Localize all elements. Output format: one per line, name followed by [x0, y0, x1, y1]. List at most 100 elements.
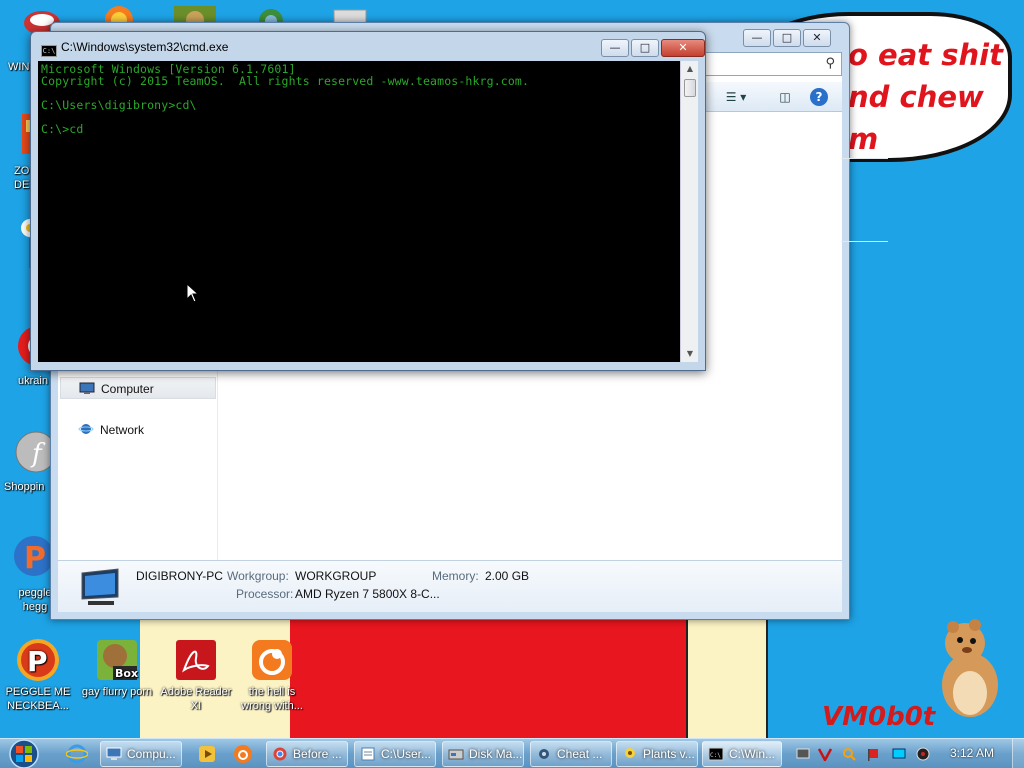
- taskbar-item-computer[interactable]: Compu...: [100, 741, 182, 767]
- taskbar-item-plants-vs-zombies-label: Plants v...: [643, 747, 695, 761]
- tray-network-icon[interactable]: [796, 747, 810, 761]
- adobe-reader-icon: [176, 640, 216, 680]
- cmd-title-text: C:\Windows\system32\cmd.exe: [61, 40, 229, 54]
- svg-text:P: P: [24, 541, 46, 576]
- taskbar-item-disk-management-label: Disk Ma...: [469, 747, 523, 761]
- cmd-icon: C:\: [708, 747, 724, 761]
- cmd-window-controls: — □ ✕: [601, 39, 705, 57]
- tray-search-icon[interactable]: [842, 747, 856, 761]
- taskbar-item-notepad-label: C:\User...: [381, 747, 432, 761]
- console-line: C:\Users\digibrony>cd\: [41, 98, 197, 112]
- taskbar-item-cmd-label: C:\Win...: [729, 747, 776, 761]
- preview-pane-button[interactable]: ◫: [774, 87, 796, 107]
- taskbar-item-chrome[interactable]: Before ...: [266, 741, 348, 767]
- tray-flag-icon[interactable]: [866, 747, 880, 761]
- divider: [841, 158, 888, 159]
- cmd-window[interactable]: C:\ C:\Windows\system32\cmd.exe — □ ✕ Mic…: [30, 31, 706, 371]
- tray-volume-icon[interactable]: [916, 747, 930, 761]
- box-hamster-icon: Box: [97, 640, 138, 680]
- plant-icon: [625, 748, 635, 758]
- desktop-icon-box-label: gay flurry porn: [81, 686, 153, 698]
- cmd-close-button[interactable]: ✕: [661, 39, 705, 57]
- chrome-icon: [273, 747, 287, 761]
- close-button[interactable]: ✕: [803, 29, 831, 47]
- computer-icon: [79, 382, 95, 394]
- taskbar-item-chrome-label: Before ...: [293, 747, 342, 761]
- memory-label: Memory:: [432, 569, 479, 583]
- help-button[interactable]: ?: [810, 88, 828, 106]
- hamster-icon: [942, 619, 998, 717]
- notepad-icon: [361, 747, 375, 761]
- details-pane: DIGIBRONY-PC Workgroup: WORKGROUP Memory…: [58, 560, 842, 612]
- mouse-cursor-icon: [186, 283, 200, 303]
- processor-label: Processor:: [236, 587, 294, 601]
- svg-text:P: P: [27, 645, 48, 678]
- media-player-icon[interactable]: [196, 743, 218, 765]
- wallpaper-red-panel: [290, 618, 690, 738]
- workgroup-label: Workgroup:: [227, 569, 289, 583]
- nav-item-computer[interactable]: Computer: [60, 377, 216, 399]
- network-icon: [78, 424, 94, 434]
- explorer-window-controls: — □ ✕: [743, 29, 831, 47]
- change-view-button[interactable]: ☰ ▾: [718, 87, 754, 107]
- cmd-minimize-button[interactable]: —: [601, 39, 629, 57]
- workgroup-value: WORKGROUP: [295, 569, 377, 583]
- start-button[interactable]: [4, 739, 44, 768]
- taskbar-item-cmd[interactable]: C:\ C:\Win...: [702, 741, 782, 767]
- computer-monitor-icon: [81, 568, 119, 605]
- scroll-down-arrow-icon[interactable]: ▼: [681, 346, 699, 362]
- tray-antivirus-icon[interactable]: [818, 747, 832, 761]
- desktop-icon-adobe-reader[interactable]: Adobe Reader XI: [158, 638, 234, 713]
- console-line: Copyright (c) 2015 TeamOS. All rights re…: [41, 74, 530, 88]
- desktop-icon-flash-image[interactable]: f: [14, 428, 54, 476]
- tray-display-icon[interactable]: [892, 747, 906, 761]
- nav-item-network-label: Network: [100, 423, 145, 437]
- computer-icon: [106, 747, 122, 760]
- show-desktop-button[interactable]: [1012, 739, 1024, 768]
- taskbar-item-plants-vs-zombies[interactable]: Plants v...: [616, 741, 698, 767]
- divider: [841, 241, 888, 242]
- taskbar-item-cheat-engine-label: Cheat ...: [557, 747, 603, 761]
- watermark-text: VM0b0t: [822, 702, 936, 732]
- cmd-scrollbar[interactable]: ▲ ▼: [680, 61, 698, 362]
- console-line: C:\>cd: [41, 122, 84, 136]
- svg-text:Box: Box: [115, 667, 138, 680]
- peggle-icon: P: [17, 639, 59, 681]
- processor-value: AMD Ryzen 7 5800X 8-C...: [295, 587, 440, 601]
- uc-browser-icon[interactable]: [232, 743, 254, 765]
- nav-item-computer-label: Computer: [101, 382, 154, 396]
- disk-management-icon: [448, 749, 464, 760]
- maximize-button[interactable]: □: [773, 29, 801, 47]
- cmd-maximize-button[interactable]: □: [631, 39, 659, 57]
- wallpaper-cream-strip: [686, 620, 768, 738]
- taskbar-clock[interactable]: 3:12 AM: [950, 746, 994, 760]
- computer-name: DIGIBRONY-PC: [136, 569, 223, 583]
- taskbar: Compu... Before ... C:\User... Disk Ma..…: [0, 738, 1024, 768]
- console-output[interactable]: Microsoft Windows [Version 6.1.7601] Cop…: [38, 61, 680, 362]
- svg-text:C:\: C:\: [710, 752, 721, 759]
- uc-browser-icon: [252, 640, 292, 680]
- taskbar-item-cheat-engine[interactable]: Cheat ...: [530, 741, 612, 767]
- scroll-up-arrow-icon[interactable]: ▲: [681, 61, 699, 77]
- gear-icon: [539, 749, 549, 759]
- desktop-icon-uc-browser[interactable]: the hell is wrong with...: [234, 638, 310, 713]
- desktop-icon-box[interactable]: Box gay flurry porn: [79, 638, 155, 699]
- minimize-button[interactable]: —: [743, 29, 771, 47]
- cmd-title-bar[interactable]: C:\ C:\Windows\system32\cmd.exe: [41, 40, 228, 57]
- desktop-icon-uc-browser-label: the hell is wrong with...: [241, 686, 303, 712]
- desktop-icon-shopping-label[interactable]: Shoppin: [4, 480, 44, 494]
- taskbar-item-computer-label: Compu...: [127, 747, 176, 761]
- scrollbar-thumb[interactable]: [684, 79, 696, 97]
- desktop-icon-peggle-me-label: PEGGLE ME NECKBEA...: [5, 686, 71, 712]
- taskbar-item-disk-management[interactable]: Disk Ma...: [442, 741, 524, 767]
- speech-bubble-text: o eat shit nd chew m: [848, 38, 1003, 156]
- internet-explorer-icon[interactable]: [66, 743, 88, 765]
- taskbar-item-notepad[interactable]: C:\User...: [354, 741, 436, 767]
- desktop-icon-ukraine-label[interactable]: ukrain: [18, 374, 48, 388]
- desktop-icon-peggle-me[interactable]: P PEGGLE ME NECKBEA...: [0, 638, 76, 713]
- nav-item-network[interactable]: Network: [60, 419, 216, 441]
- cmd-icon: C:\: [41, 45, 57, 57]
- search-input[interactable]: ⚲: [692, 52, 842, 76]
- desktop-icon-adobe-reader-label: Adobe Reader XI: [160, 686, 232, 712]
- search-icon: ⚲: [825, 56, 835, 71]
